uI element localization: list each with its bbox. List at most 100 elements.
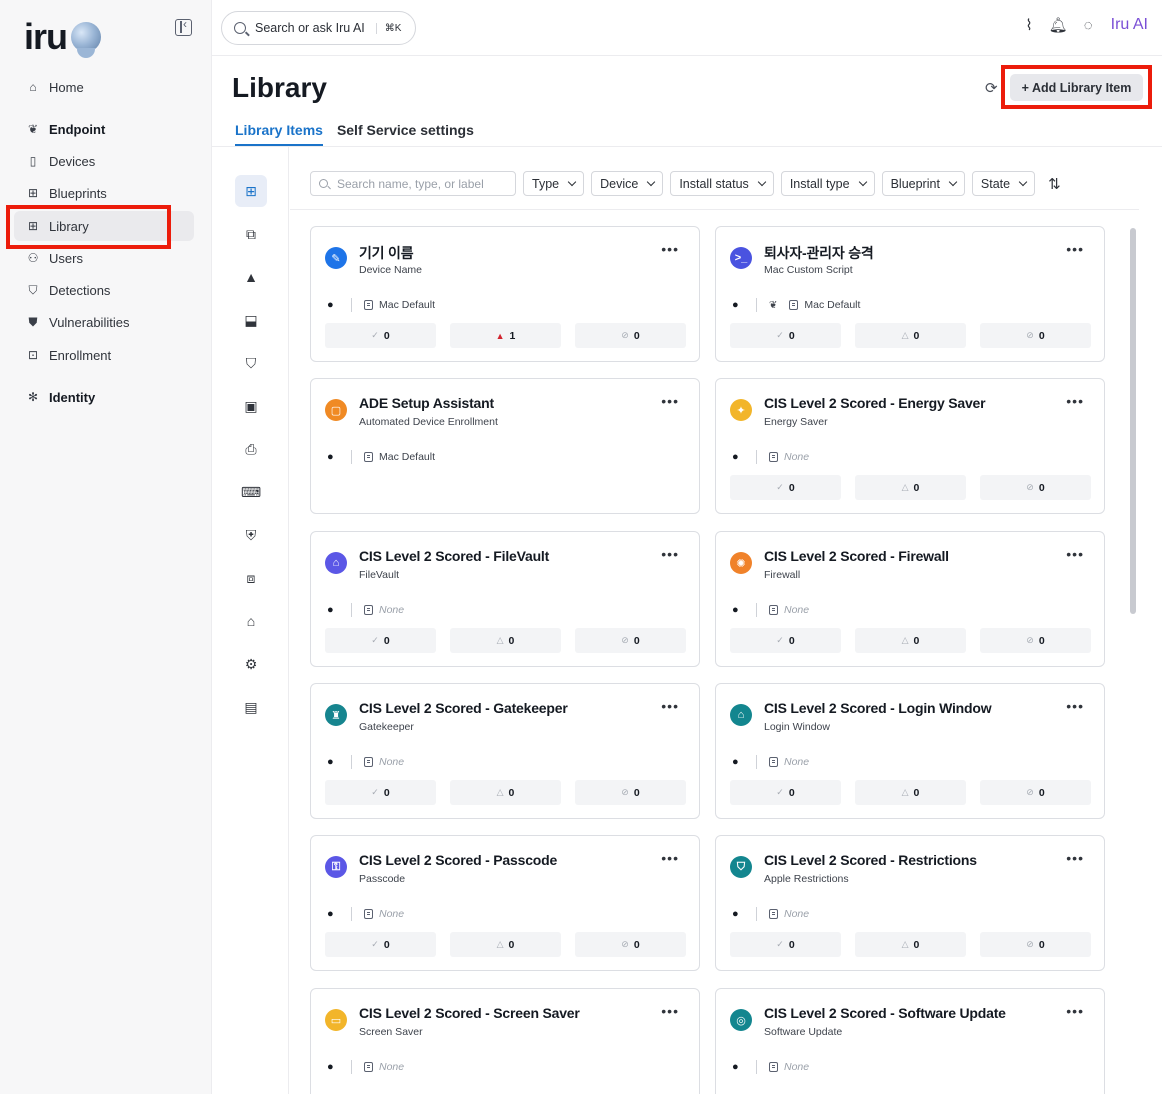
bookmark-icon[interactable]: ⛉: [235, 347, 267, 379]
sidebar-item-label: Devices: [49, 153, 96, 169]
library-item-card[interactable]: ✦ CIS Level 2 Scored - Energy Saver Energy…: [715, 378, 1105, 514]
excluded-count[interactable]: ⊘ 0: [575, 323, 686, 348]
library-search[interactable]: [310, 171, 516, 196]
filter-state-dropdown[interactable]: State: [971, 171, 1036, 196]
more-options-icon[interactable]: •••: [1066, 698, 1084, 714]
iru-ai-link[interactable]: Iru AI: [1111, 16, 1148, 34]
error-count[interactable]: △ 0: [855, 323, 966, 348]
excluded-count[interactable]: ⊘ 0: [980, 475, 1091, 500]
global-search[interactable]: Search or ask Iru AI ⌘K: [221, 11, 416, 45]
excluded-count[interactable]: ⊘ 0: [980, 932, 1091, 957]
device-pair-icon[interactable]: ⧈: [235, 562, 267, 594]
cast-icon[interactable]: ⧉: [235, 218, 267, 250]
activity-icon[interactable]: ⌇: [1025, 16, 1032, 34]
notification-bell-icon[interactable]: 🔔︎: [1049, 16, 1068, 34]
success-count[interactable]: ✓ 0: [325, 780, 436, 805]
library-item-card[interactable]: ⛉ CIS Level 2 Scored - Restrictions Apple …: [715, 835, 1105, 971]
grid-icon[interactable]: ⊞: [235, 175, 267, 207]
refresh-icon[interactable]: ⟳: [985, 79, 998, 97]
excluded-count[interactable]: ⊘ 0: [575, 932, 686, 957]
more-options-icon[interactable]: •••: [661, 546, 679, 562]
more-options-icon[interactable]: •••: [1066, 241, 1084, 257]
library-item-card[interactable]: ⌂ CIS Level 2 Scored - Login Window Login …: [715, 683, 1105, 819]
app-store-icon[interactable]: ▲: [235, 261, 267, 293]
sidebar-item-vulnerabilities[interactable]: ⛊ Vulnerabilities: [14, 307, 194, 337]
filter-install-status-dropdown[interactable]: Install status: [670, 171, 774, 196]
success-count[interactable]: ✓ 0: [730, 780, 841, 805]
more-options-icon[interactable]: •••: [661, 1003, 679, 1019]
success-count[interactable]: ✓ 0: [325, 932, 436, 957]
divider: [351, 603, 352, 617]
success-count[interactable]: ✓ 0: [730, 323, 841, 348]
sidebar-item-detections[interactable]: ⛉ Detections: [14, 275, 194, 305]
shield-icon[interactable]: ⛨: [235, 519, 267, 551]
excluded-count[interactable]: ⊘ 0: [980, 780, 1091, 805]
library-item-card[interactable]: ✎ 기기 이름 Device Name ••• ● Mac Default ✓ 0 ▲ 1 ⊘ 0: [310, 226, 700, 362]
library-item-card[interactable]: ▭ CIS Level 2 Scored - Screen Saver Screen…: [310, 988, 700, 1094]
filter-install-type-dropdown[interactable]: Install type: [780, 171, 875, 196]
error-count[interactable]: △ 0: [855, 780, 966, 805]
success-count[interactable]: ✓ 0: [325, 628, 436, 653]
library-item-card[interactable]: ◎ CIS Level 2 Scored - Software Update Sof…: [715, 988, 1105, 1094]
more-options-icon[interactable]: •••: [1066, 850, 1084, 866]
sidebar-item-library[interactable]: ⊞ Library: [14, 211, 194, 241]
sidebar-item-devices[interactable]: ▯ Devices: [14, 146, 194, 176]
library-item-card[interactable]: ⚿ CIS Level 2 Scored - Passcode Passcode ••…: [310, 835, 700, 971]
sidebar-item-home[interactable]: ⌂ Home: [14, 72, 194, 102]
error-count[interactable]: △ 0: [450, 780, 561, 805]
sidebar-item-blueprints[interactable]: ⊞ Blueprints: [14, 178, 194, 208]
library-item-card[interactable]: ⌂ CIS Level 2 Scored - FileVault FileVault…: [310, 531, 700, 667]
collapse-sidebar-icon[interactable]: [175, 17, 192, 36]
add-library-item-button[interactable]: + Add Library Item: [1010, 74, 1143, 101]
library-item-card[interactable]: ▢ ADE Setup Assistant Automated Device Enr…: [310, 378, 700, 514]
error-count[interactable]: △ 0: [450, 628, 561, 653]
success-count[interactable]: ✓ 0: [730, 628, 841, 653]
success-count[interactable]: ✓ 0: [730, 932, 841, 957]
filter-device-dropdown[interactable]: Device: [591, 171, 664, 196]
success-count[interactable]: ✓ 0: [730, 475, 841, 500]
error-count[interactable]: △ 0: [855, 475, 966, 500]
custom-app-icon[interactable]: ⬓: [235, 304, 267, 336]
chat-icon[interactable]: ◌: [1084, 17, 1093, 34]
error-count[interactable]: △ 0: [855, 628, 966, 653]
library-item-card[interactable]: ✺ CIS Level 2 Scored - Firewall Firewall ••…: [715, 531, 1105, 667]
error-count[interactable]: ▲ 1: [450, 323, 561, 348]
sort-icon[interactable]: ⇅: [1048, 175, 1061, 193]
sidebar-item-users[interactable]: ⚇ Users: [14, 243, 194, 273]
package-icon[interactable]: ▣: [235, 390, 267, 422]
tab-self-service-settings[interactable]: Self Service settings: [337, 122, 474, 146]
library-item-title: CIS Level 2 Scored - Gatekeeper: [359, 700, 568, 716]
more-options-icon[interactable]: •••: [1066, 546, 1084, 562]
excluded-count[interactable]: ⊘ 0: [980, 323, 1091, 348]
shortcut-badge: ⌘K: [375, 22, 401, 34]
excluded-count[interactable]: ⊘ 0: [575, 780, 686, 805]
library-search-input[interactable]: [337, 176, 497, 191]
sidebar-item-endpoint[interactable]: ❦ Endpoint: [14, 114, 194, 144]
more-options-icon[interactable]: •••: [1066, 1003, 1084, 1019]
filter-blueprint-dropdown[interactable]: Blueprint: [881, 171, 965, 196]
success-count[interactable]: ✓ 0: [325, 323, 436, 348]
more-options-icon[interactable]: •••: [661, 698, 679, 714]
terminal-icon[interactable]: ⌨: [235, 476, 267, 508]
printer-icon[interactable]: ⎙: [235, 433, 267, 465]
more-options-icon[interactable]: •••: [1066, 393, 1084, 409]
error-count[interactable]: △ 0: [450, 932, 561, 957]
excluded-count[interactable]: ⊘ 0: [575, 628, 686, 653]
more-options-icon[interactable]: •••: [661, 393, 679, 409]
error-icon: △: [496, 939, 504, 949]
blueprint-label: None: [379, 756, 405, 768]
folder-icon[interactable]: ▤: [235, 691, 267, 723]
library-item-card[interactable]: >_ 퇴사자-관리자 승격 Mac Custom Script ••• ● ❦ Mac De…: [715, 226, 1105, 362]
sidebar-item-enrollment[interactable]: ⊡ Enrollment: [14, 340, 194, 370]
more-options-icon[interactable]: •••: [661, 850, 679, 866]
filter-type-dropdown[interactable]: Type: [523, 171, 585, 196]
sidebar-item-identity[interactable]: ✻ Identity: [14, 382, 194, 412]
more-options-icon[interactable]: •••: [661, 241, 679, 257]
library-item-card[interactable]: ♜ CIS Level 2 Scored - Gatekeeper Gatekeep…: [310, 683, 700, 819]
house-icon[interactable]: ⌂: [235, 605, 267, 637]
error-count[interactable]: △ 0: [855, 932, 966, 957]
tab-library-items[interactable]: Library Items: [235, 122, 323, 146]
settings-hand-icon[interactable]: ⚙: [235, 648, 267, 680]
scrollbar-thumb[interactable]: [1130, 228, 1136, 614]
excluded-count[interactable]: ⊘ 0: [980, 628, 1091, 653]
